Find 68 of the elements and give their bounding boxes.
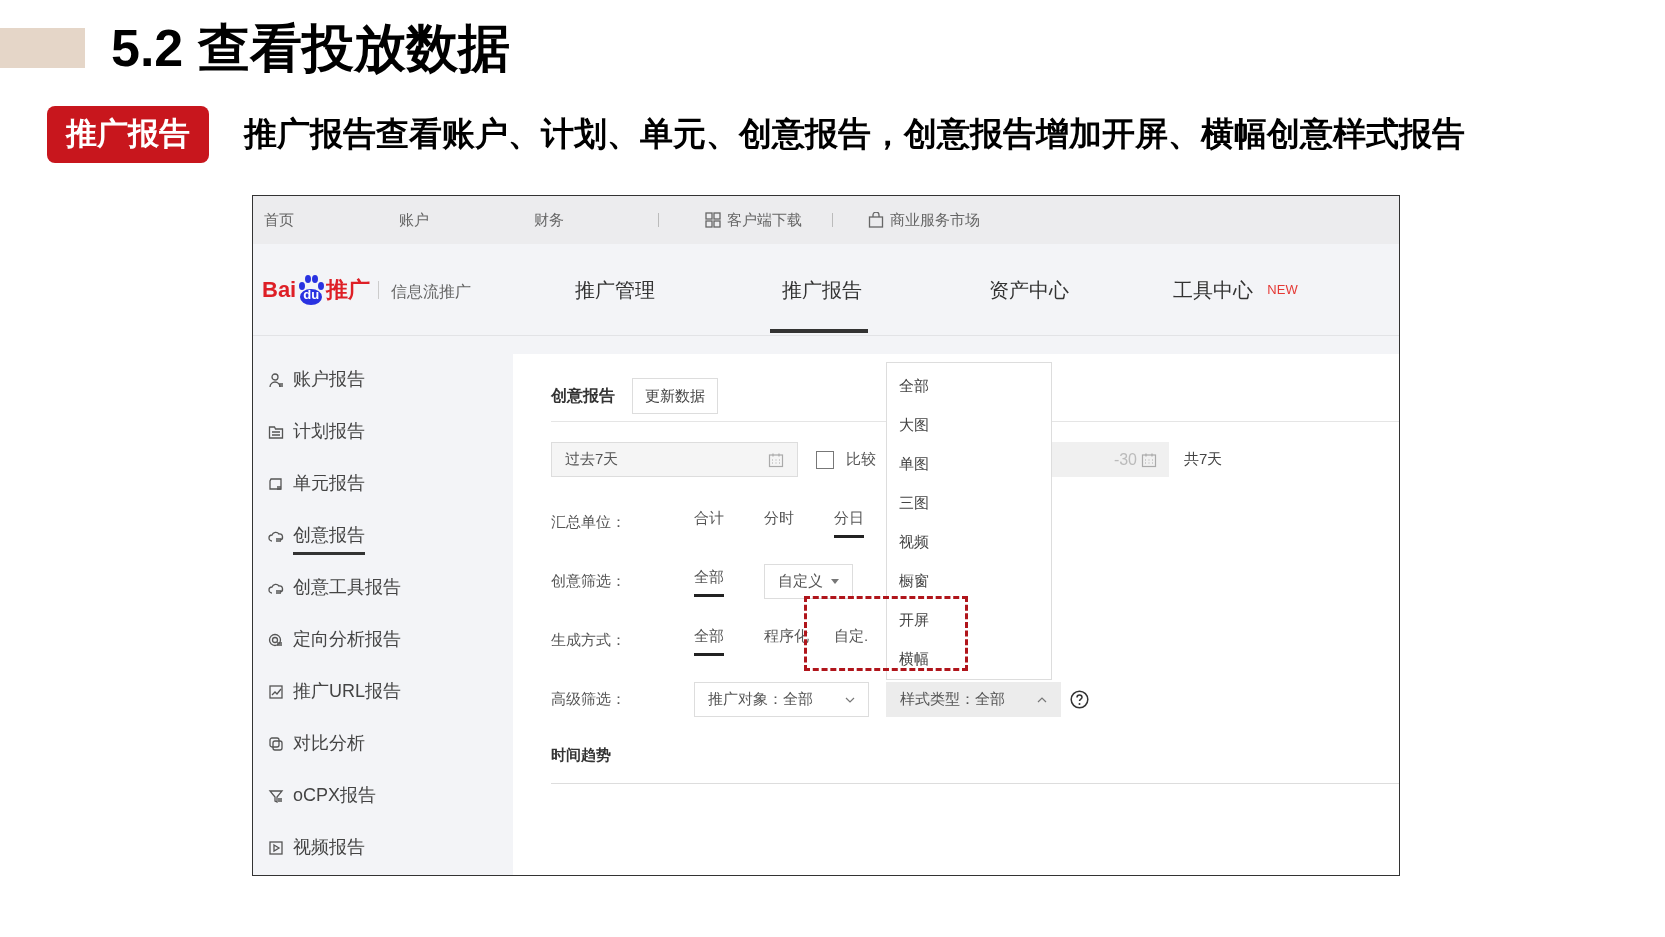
nav-tab[interactable]: 工具中心 NEW: [1132, 244, 1339, 335]
slide-title: 5.2 查看投放数据: [111, 18, 510, 79]
calendar-icon: [768, 451, 784, 468]
filter-option[interactable]: 全部: [694, 625, 764, 656]
client-download-link[interactable]: 客户端下载: [705, 208, 802, 232]
dropdown-option[interactable]: 橱窗: [887, 562, 1051, 601]
nav-tab[interactable]: 资产中心: [925, 244, 1132, 335]
sidebar-item[interactable]: 创意报告: [293, 517, 365, 555]
product-name: 信息流推广: [391, 281, 472, 302]
dropdown-option[interactable]: 大图: [887, 406, 1051, 445]
grid-icon: [705, 212, 721, 228]
select-field[interactable]: 推广对象：全部: [694, 682, 869, 717]
dropdown-option[interactable]: 视频: [887, 523, 1051, 562]
dropdown-option[interactable]: 单图: [887, 445, 1051, 484]
folder-icon: [268, 424, 284, 440]
copy-icon: [268, 736, 284, 752]
user-icon: [268, 372, 284, 388]
chevron-down-icon: [845, 696, 855, 703]
calendar-icon: [1141, 451, 1157, 468]
help-icon[interactable]: [1070, 690, 1089, 709]
bag-icon: [868, 212, 884, 228]
dropdown-option[interactable]: 横幅: [887, 640, 1051, 679]
paw-icon: [296, 273, 327, 306]
target-icon: [268, 632, 284, 648]
funnel-icon: [268, 788, 284, 804]
sidebar-item[interactable]: oCPX报告: [293, 777, 377, 815]
chart-icon: [268, 684, 284, 700]
brand-logo: Bai du 推广: [262, 273, 371, 306]
caret-down-icon: [831, 579, 839, 584]
new-label: NEW: [1267, 280, 1298, 299]
top-nav-link[interactable]: 首页: [264, 208, 388, 232]
dropdown-option[interactable]: 三图: [887, 484, 1051, 523]
slide-subtitle: 推广报告查看账户、计划、单元、创意报告，创意报告增加开屏、横幅创意样式报告: [244, 114, 1465, 155]
sidebar-item[interactable]: 对比分析: [293, 725, 365, 763]
filter-label: 生成方式：: [551, 630, 627, 651]
sidebar-item[interactable]: 视频报告: [293, 829, 365, 867]
nav-tab[interactable]: 推广管理: [511, 244, 718, 335]
trend-title: 时间趋势: [551, 744, 612, 765]
filter-label: 汇总单位：: [551, 512, 627, 533]
total-days: 共7天: [1184, 448, 1223, 471]
sidebar-item[interactable]: 账户报告: [293, 361, 365, 399]
sidebar-item[interactable]: 推广URL报告: [293, 673, 401, 711]
report-title: 创意报告: [551, 386, 615, 406]
select-field[interactable]: 自定义: [764, 564, 853, 599]
play-icon: [268, 840, 284, 856]
dropdown-option[interactable]: 全部: [887, 367, 1051, 406]
select-field[interactable]: 样式类型：全部: [886, 682, 1061, 717]
sidebar-item[interactable]: 计划报告: [293, 413, 365, 451]
date-range-field[interactable]: 过去7天: [551, 442, 798, 477]
top-nav-link[interactable]: 财务: [534, 208, 658, 232]
dropdown-option[interactable]: 开屏: [887, 601, 1051, 640]
tag-icon: [268, 476, 284, 492]
sidebar-item[interactable]: 定向分析报告: [293, 621, 401, 659]
refresh-button[interactable]: 更新数据: [632, 378, 718, 414]
market-link[interactable]: 商业服务市场: [868, 208, 980, 232]
filter-option[interactable]: 分时: [764, 507, 834, 538]
sidebar-item[interactable]: 创意工具报告: [293, 569, 401, 607]
section-badge: 推广报告: [47, 105, 209, 163]
nav-tab[interactable]: 推广报告: [718, 244, 925, 335]
filter-label: 创意筛选：: [551, 571, 627, 592]
chevron-up-icon: [1037, 696, 1047, 703]
top-nav-link[interactable]: 账户: [399, 208, 523, 232]
compare-label: 比较: [846, 449, 876, 470]
filter-option[interactable]: 合计: [694, 507, 764, 538]
filter-option[interactable]: 全部: [694, 566, 764, 597]
filter-label: 高级筛选：: [551, 689, 627, 710]
sidebar-item[interactable]: 单元报告: [293, 465, 365, 503]
compare-checkbox[interactable]: [816, 450, 834, 469]
